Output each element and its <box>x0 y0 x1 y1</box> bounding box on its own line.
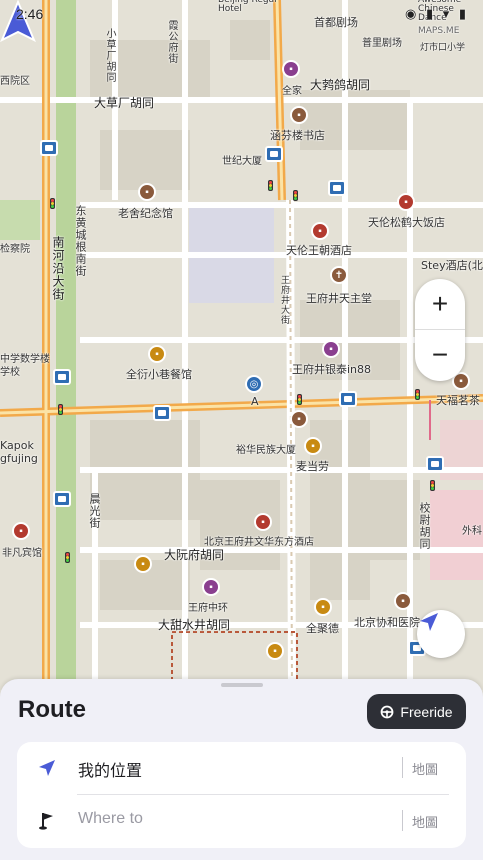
poi-label: 北京协和医院 <box>354 616 420 629</box>
status-icons: ◉ ▮ ▾ ▮ <box>404 6 469 21</box>
street-label: 王府井大街 <box>279 275 289 325</box>
from-value: 我的位置 <box>78 761 143 780</box>
poi-label: 涵芬楼书店 <box>270 129 325 142</box>
poi-label: 非凡宾馆 <box>2 548 42 559</box>
traffic-light-icon <box>50 198 55 209</box>
map-canvas <box>0 0 483 690</box>
poi-label: Stey酒店(北京 <box>421 259 483 272</box>
hotel-icon[interactable]: ▪ <box>12 522 30 540</box>
restaurant-icon[interactable]: ▪ <box>266 642 284 660</box>
destination-placeholder: Where to <box>78 810 143 827</box>
poi-label: 学校 <box>0 367 20 378</box>
poi-label: 裕华民族大厦 <box>236 445 296 456</box>
freeride-label: Freeride <box>400 703 453 720</box>
zoom-control: + − <box>415 279 465 381</box>
bus-stop-icon[interactable] <box>339 391 357 407</box>
poi-label: 普里剧场 <box>362 38 402 49</box>
street-label: 校尉胡同 <box>418 502 431 550</box>
poi-label: 天福茗茶 <box>436 394 480 407</box>
traffic-light-icon <box>58 404 63 415</box>
traffic-light-icon <box>415 389 420 400</box>
destination-field[interactable]: Where to 地圖 <box>17 795 466 847</box>
street-label: 大甜水井胡同 <box>158 618 231 632</box>
navigation-arrow-icon <box>420 613 438 631</box>
street-label: 大阮府胡同 <box>164 548 225 562</box>
church-icon[interactable]: ✝ <box>330 266 348 284</box>
pick-on-map-button[interactable]: 地圖 <box>412 812 438 831</box>
shop-icon[interactable]: ▪ <box>322 340 340 358</box>
poi-label: 外科 <box>462 526 482 537</box>
poi-label: 全家 <box>282 86 302 97</box>
poi-label: 全聚德 <box>306 622 339 635</box>
flag-icon <box>39 813 53 830</box>
street-label: 大草厂胡同 <box>94 96 155 110</box>
status-time: 2:46 <box>16 6 44 22</box>
poi-label: 天伦松鹤大饭店 <box>368 216 445 229</box>
shop-icon[interactable]: ▪ <box>202 578 220 596</box>
my-location-button[interactable] <box>417 610 465 658</box>
street-label: 晨光街 <box>88 493 101 529</box>
pick-on-map-button[interactable]: 地圖 <box>412 759 438 778</box>
restaurant-icon[interactable]: ▪ <box>314 598 332 616</box>
street-label: 东黄城根南街 <box>74 205 87 277</box>
fast-food-icon[interactable]: ▪ <box>134 555 152 573</box>
bus-stop-icon[interactable] <box>40 140 58 156</box>
poi-label: 麦当劳 <box>296 460 329 473</box>
freeride-button[interactable]: Freeride <box>367 694 466 729</box>
divider <box>402 757 403 778</box>
map-view[interactable]: 大草厂胡同 大鹁鸽胡同 东黄城根南街 南河沿大街 晨光街 大阮府胡同 大甜水井胡… <box>0 0 483 690</box>
shop-icon[interactable]: ▪ <box>290 410 308 428</box>
poi-label: 老舍纪念馆 <box>118 207 173 220</box>
bus-stop-icon[interactable] <box>53 491 71 507</box>
hotel-icon[interactable]: ▪ <box>254 513 272 531</box>
subway-exit-label: A <box>251 395 259 408</box>
bus-stop-icon[interactable] <box>265 146 283 162</box>
poi-label: 西院区 <box>0 76 30 87</box>
steering-wheel-icon <box>381 705 394 718</box>
traffic-light-icon <box>268 180 273 191</box>
hotel-icon[interactable]: ▪ <box>397 193 415 211</box>
drag-handle[interactable] <box>221 683 263 687</box>
bus-stop-icon[interactable] <box>53 369 71 385</box>
traffic-light-icon <box>430 480 435 491</box>
poi-label: 世纪大厦 <box>222 156 262 167</box>
zoom-out-button[interactable]: − <box>415 330 465 380</box>
divider <box>402 810 403 831</box>
hospital-icon[interactable]: ▪ <box>394 592 412 610</box>
bus-stop-icon[interactable] <box>153 405 171 421</box>
shop-icon[interactable]: ▪ <box>282 60 300 78</box>
poi-label: 天伦王朝酒店 <box>286 244 352 257</box>
poi-label: 王府中环 <box>188 603 228 614</box>
traffic-light-icon <box>293 190 298 201</box>
street-label: 南河沿大街 <box>51 236 65 301</box>
fast-food-icon[interactable]: ▪ <box>304 437 322 455</box>
from-field[interactable]: 我的位置 地圖 <box>17 742 466 794</box>
poi-label: Kapok <box>0 439 34 452</box>
poi-label: 全衍小巷餐馆 <box>126 368 192 381</box>
zoom-in-button[interactable]: + <box>415 279 465 330</box>
street-label: 大鹁鸽胡同 <box>310 78 371 92</box>
panel-title: Route <box>18 696 86 723</box>
route-panel: Route Freeride 我的位置 地圖 Where to 地圖 <box>0 679 483 860</box>
location-arrow-icon <box>39 760 55 776</box>
route-inputs: 我的位置 地圖 Where to 地圖 <box>17 742 466 848</box>
bus-stop-icon[interactable] <box>328 180 346 196</box>
poi-label: 北京王府井文华东方酒店 <box>204 537 314 548</box>
street-label: 小草厂胡同 <box>104 28 115 83</box>
status-bar: 2:46 ◉ ▮ ▾ ▮ <box>0 0 483 28</box>
bookstore-icon[interactable]: ▪ <box>290 106 308 124</box>
restaurant-icon[interactable]: ▪ <box>148 345 166 363</box>
bus-stop-icon[interactable] <box>426 456 444 472</box>
traffic-light-icon <box>65 552 70 563</box>
museum-icon[interactable]: ▪ <box>138 183 156 201</box>
poi-label: 王府井银泰in88 <box>292 363 372 376</box>
poi-label: 灯市口小学 <box>420 43 466 53</box>
poi-label: 王府井天主堂 <box>306 292 372 305</box>
poi-label: gfujing <box>0 452 38 465</box>
traffic-light-icon <box>297 394 302 405</box>
poi-label: 检察院 <box>0 244 30 255</box>
hotel-icon[interactable]: ▪ <box>311 222 329 240</box>
subway-icon[interactable]: ◎ <box>245 375 263 393</box>
